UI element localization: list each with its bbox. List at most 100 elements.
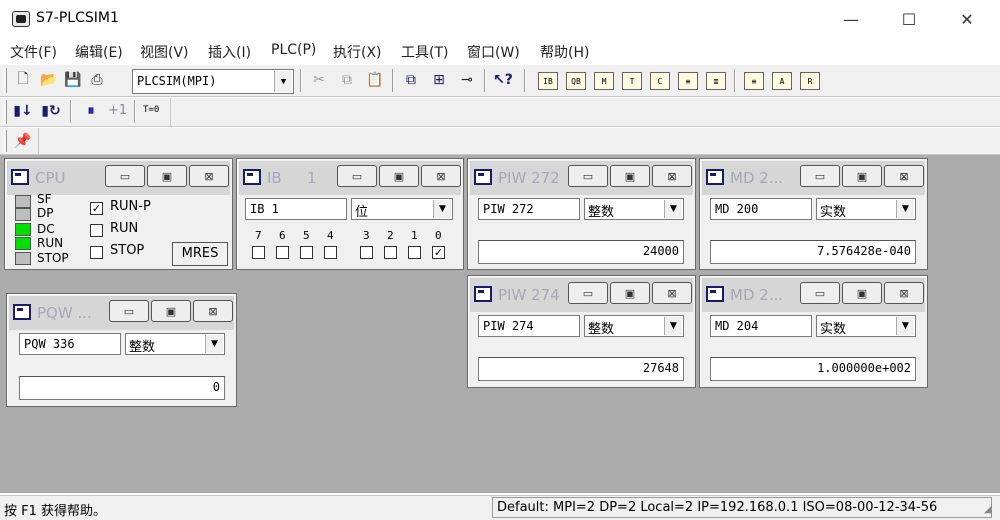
context-help-icon[interactable]: ↖? — [492, 69, 514, 91]
bit-1-checkbox[interactable] — [408, 246, 421, 259]
menu-plc[interactable]: PLC(P) — [271, 42, 316, 58]
connection-select[interactable]: PLCSIM(MPI) ▼ — [132, 69, 294, 94]
insert-block-registers-icon[interactable]: R — [800, 72, 820, 90]
ib-address-field[interactable]: IB 1 — [245, 198, 347, 220]
close-button[interactable]: ⊠ — [652, 165, 692, 187]
piw-274-format-select[interactable]: 整数 ▼ — [584, 315, 684, 337]
menu-view[interactable]: 视图(V) — [140, 42, 189, 62]
piw-272-window-titlebar[interactable]: PIW 272 ▭ ▣ ⊠ — [470, 161, 693, 195]
bit-6-checkbox[interactable] — [276, 246, 289, 259]
cpu-window-titlebar[interactable]: CPU ▭ ▣ ⊠ — [7, 161, 230, 195]
md-200-format-select[interactable]: 实数 ▼ — [816, 198, 916, 220]
piw-274-value-field[interactable]: 27648 — [478, 357, 684, 381]
md-200-address-field[interactable]: MD 200 — [710, 198, 812, 220]
run-p-checkbox[interactable]: ✓ — [90, 202, 103, 215]
insert-vertical-bits-icon[interactable]: ≣ — [706, 72, 726, 90]
pause-icon[interactable]: ⏸ — [80, 100, 102, 122]
maximize-button[interactable]: ▣ — [842, 165, 882, 187]
stop-checkbox[interactable] — [90, 246, 103, 259]
maximize-button[interactable]: ▣ — [610, 165, 650, 187]
cascade-icon[interactable]: ⧉ — [400, 69, 422, 91]
close-button[interactable]: ⊠ — [884, 282, 924, 304]
paste-icon[interactable]: 📋 — [364, 69, 386, 91]
insert-counter-icon[interactable]: C — [650, 72, 670, 90]
menu-window[interactable]: 窗口(W) — [467, 42, 520, 62]
piw-272-address-field[interactable]: PIW 272 — [478, 198, 580, 220]
piw-274-address-field[interactable]: PIW 274 — [478, 315, 580, 337]
print-icon[interactable]: ⎙ — [86, 69, 108, 91]
insert-input-icon[interactable]: IB — [538, 72, 558, 90]
led-label-dc: DC — [37, 222, 55, 236]
pqw-address-field[interactable]: PQW 336 — [19, 333, 121, 355]
copy-icon[interactable]: ⧉ — [336, 69, 358, 91]
led-label-sf: SF — [37, 192, 52, 206]
minimize-button[interactable]: ▭ — [800, 282, 840, 304]
menu-file[interactable]: 文件(F) — [10, 42, 57, 62]
close-button[interactable]: ✕ — [944, 0, 990, 38]
mres-button[interactable]: MRES — [172, 242, 228, 266]
ib-window-titlebar[interactable]: IB 1 ▭ ▣ ⊠ — [239, 161, 461, 195]
md-204-address-field[interactable]: MD 204 — [710, 315, 812, 337]
minimize-button[interactable]: ▭ — [337, 165, 377, 187]
pqw-format-select[interactable]: 整数 ▼ — [125, 333, 225, 355]
close-button[interactable]: ⊠ — [884, 165, 924, 187]
md-204-window-titlebar[interactable]: MD 2... ▭ ▣ ⊠ — [702, 278, 925, 312]
open-folder-icon[interactable]: 📂 — [38, 69, 60, 91]
pqw-value-field[interactable]: 0 — [19, 376, 225, 400]
tile-icon[interactable]: ⊞ — [428, 69, 450, 91]
save-icon[interactable]: 💾 — [62, 69, 84, 91]
single-scan-icon[interactable]: ▮↓ — [12, 100, 34, 122]
piw-272-value-field[interactable]: 24000 — [478, 240, 684, 264]
maximize-button[interactable]: ▣ — [842, 282, 882, 304]
bit-2-checkbox[interactable] — [384, 246, 397, 259]
close-button[interactable]: ⊠ — [421, 165, 461, 187]
bit-5-checkbox[interactable] — [300, 246, 313, 259]
md-204-value-field[interactable]: 1.000000e+002 — [710, 357, 916, 381]
minimize-button[interactable]: ▭ — [800, 165, 840, 187]
menu-insert[interactable]: 插入(I) — [208, 42, 251, 62]
bit-7-checkbox[interactable] — [252, 246, 265, 259]
ib-format-select[interactable]: 位 ▼ — [351, 198, 453, 220]
md-200-value-field[interactable]: 7.576428e-040 — [710, 240, 916, 264]
reset-timers-button[interactable]: T=0 — [143, 105, 159, 115]
md-204-format-select[interactable]: 实数 ▼ — [816, 315, 916, 337]
close-button[interactable]: ⊠ — [193, 300, 233, 322]
insert-stacks-icon[interactable]: ≡ — [744, 72, 764, 90]
menu-edit[interactable]: 编辑(E) — [75, 42, 123, 62]
pin-icon[interactable]: ⊸ — [456, 69, 478, 91]
menu-help[interactable]: 帮助(H) — [540, 42, 589, 62]
maximize-button[interactable]: ▣ — [610, 282, 650, 304]
menu-execute[interactable]: 执行(X) — [333, 42, 382, 62]
piw-274-window-titlebar[interactable]: PIW 274 ▭ ▣ ⊠ — [470, 278, 693, 312]
maximize-button[interactable]: ▣ — [379, 165, 419, 187]
maximize-button[interactable]: ☐ — [886, 0, 932, 38]
close-button[interactable]: ⊠ — [189, 165, 229, 187]
minimize-button[interactable]: ▭ — [109, 300, 149, 322]
menu-tools[interactable]: 工具(T) — [401, 42, 448, 62]
pqw-window-titlebar[interactable]: PQW ... ▭ ▣ ⊠ — [9, 296, 234, 330]
resize-grip-icon[interactable]: ◢ — [984, 504, 992, 515]
minimize-button[interactable]: ▭ — [568, 165, 608, 187]
piw-272-format-select[interactable]: 整数 ▼ — [584, 198, 684, 220]
insert-generic-icon[interactable]: ≡ — [678, 72, 698, 90]
insert-bit-memory-icon[interactable]: M — [594, 72, 614, 90]
minimize-button[interactable]: ▭ — [568, 282, 608, 304]
maximize-button[interactable]: ▣ — [147, 165, 187, 187]
new-file-icon[interactable]: 🗋 — [12, 69, 34, 91]
cut-icon[interactable]: ✂ — [308, 69, 330, 91]
insert-accumulators-icon[interactable]: A — [772, 72, 792, 90]
bit-0-checkbox[interactable]: ✓ — [432, 246, 445, 259]
md-200-window-titlebar[interactable]: MD 2... ▭ ▣ ⊠ — [702, 161, 925, 195]
maximize-button[interactable]: ▣ — [151, 300, 191, 322]
continuous-scan-icon[interactable]: ▮↻ — [40, 100, 62, 122]
close-button[interactable]: ⊠ — [652, 282, 692, 304]
next-scan-button[interactable]: +1 — [108, 103, 127, 118]
insert-timer-icon[interactable]: T — [622, 72, 642, 90]
minimize-button[interactable]: ▭ — [105, 165, 145, 187]
minimize-button[interactable]: — — [828, 0, 874, 38]
run-checkbox[interactable] — [90, 224, 103, 237]
record-pin-icon[interactable]: 📌 — [12, 130, 34, 152]
insert-output-icon[interactable]: QB — [566, 72, 586, 90]
bit-4-checkbox[interactable] — [324, 246, 337, 259]
bit-3-checkbox[interactable] — [360, 246, 373, 259]
